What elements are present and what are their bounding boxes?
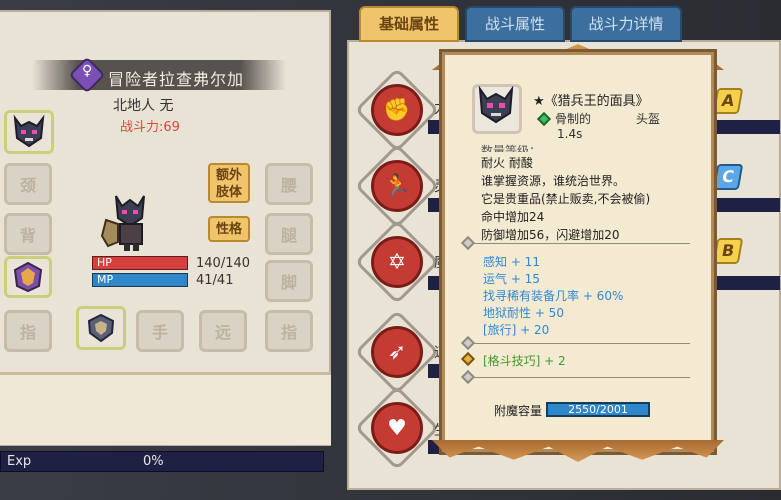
waist-slot[interactable]: 腰 xyxy=(265,163,313,205)
shield-icon xyxy=(87,313,115,343)
mp-value: 41/41 xyxy=(196,273,234,288)
tab-power-details[interactable]: 战斗力详情 xyxy=(570,6,682,42)
armor-icon xyxy=(13,261,43,293)
bonus-line: 运气 + 15 xyxy=(483,272,540,286)
item-material: 骨制的 xyxy=(555,112,592,126)
personality-button[interactable]: 性格 xyxy=(208,216,250,242)
extra-limbs-button[interactable]: 额外 肢体 xyxy=(208,163,250,203)
mp-bar: MP xyxy=(92,273,188,287)
hp-value: 140/140 xyxy=(196,256,251,271)
back-slot[interactable]: 背 xyxy=(4,213,52,255)
item-desc-line: 它是贵重品(禁止贩卖,不会被偷) xyxy=(481,192,651,206)
enchant-capacity-bar: 2550/2001 xyxy=(546,402,650,417)
speed-icon: ➶ xyxy=(371,326,423,378)
neck-slot[interactable]: 颈 xyxy=(4,163,52,205)
offhand-slot[interactable] xyxy=(76,306,126,350)
hunter-king-mask-icon xyxy=(478,86,514,124)
separator xyxy=(472,377,690,378)
leg-slot[interactable]: 腿 xyxy=(265,213,313,255)
item-slot-type: 头盔 xyxy=(636,112,661,126)
grade-badge-strength: A xyxy=(712,88,744,114)
skill-bonus: [格斗技巧] + 2 xyxy=(483,354,566,368)
tab-combat-attributes[interactable]: 战斗属性 xyxy=(465,6,565,42)
hand-slot[interactable]: 手 xyxy=(136,310,184,352)
armor-slot[interactable] xyxy=(4,256,52,298)
ranged-slot[interactable]: 远 xyxy=(199,310,247,352)
bonus-line: 地狱耐性 + 50 xyxy=(483,306,564,320)
strength-icon: ✊ xyxy=(371,84,423,136)
separator xyxy=(472,243,690,244)
bonus-line: [旅行] + 20 xyxy=(483,323,550,337)
item-desc-line: 命中增加24 xyxy=(481,210,545,224)
finger-slot-2[interactable]: 指 xyxy=(265,310,313,352)
character-name: 冒险者拉查弗尔加 xyxy=(108,70,245,89)
character-race: 北地人 无 xyxy=(113,98,174,114)
item-desc-line: 防御增加56，闪避增加20 xyxy=(481,228,620,242)
finger-slot-1[interactable]: 指 xyxy=(4,310,52,352)
grade-badge-magic: B xyxy=(712,238,744,264)
exp-bar: Exp 0% xyxy=(0,451,324,472)
hp-bar: HP xyxy=(92,256,188,270)
vitality-icon: ♥ xyxy=(371,402,423,454)
mask-icon xyxy=(13,114,45,148)
item-name: ★《猎兵王的面具》 xyxy=(533,94,649,109)
separator xyxy=(472,343,690,344)
tab-basic-attributes[interactable]: 基础属性 xyxy=(359,6,459,42)
head-slot[interactable] xyxy=(4,110,54,154)
bonus-line: 找寻稀有装备几率 + 60% xyxy=(483,289,624,303)
item-desc-line: 谁掌握资源，谁统治世界。 xyxy=(481,174,626,188)
item-desc-line: 耐火 耐酸 xyxy=(481,156,533,170)
enchant-capacity-label: 附魔容量 xyxy=(494,404,543,418)
grade-badge-agility: C xyxy=(712,164,744,190)
character-sprite xyxy=(100,195,145,251)
magic-icon: ✡ xyxy=(371,236,423,288)
bonus-line: 感知 + 11 xyxy=(483,255,540,269)
agility-icon: 🏃 xyxy=(371,160,423,212)
info-box xyxy=(0,372,331,445)
item-desc-partial: 数量等级： xyxy=(481,144,542,152)
combat-power: 战斗力:69 xyxy=(120,120,180,135)
item-speed: 1.4s xyxy=(557,127,583,141)
foot-slot[interactable]: 脚 xyxy=(265,260,313,302)
